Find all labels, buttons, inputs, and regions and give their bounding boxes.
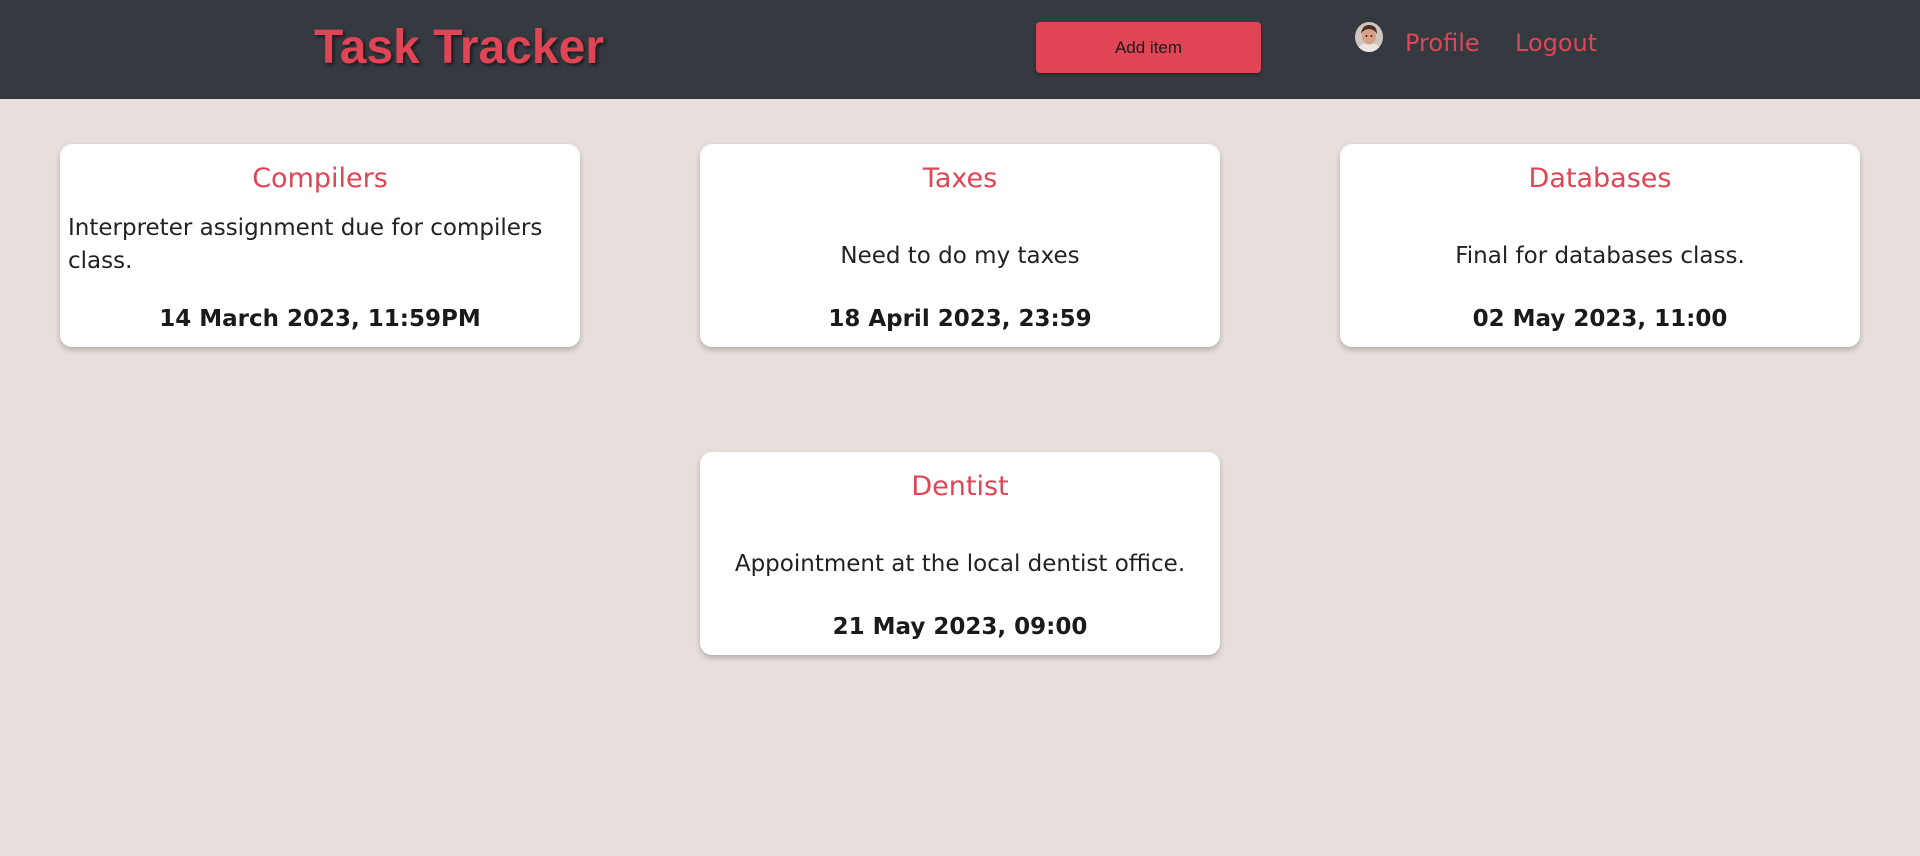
navbar: Task Tracker Add item Profile Logout [0, 0, 1920, 99]
task-description: Interpreter assignment due for compilers… [68, 215, 543, 274]
app-title[interactable]: Task Tracker [314, 20, 604, 76]
task-description: Need to do my taxes [840, 242, 1080, 269]
task-card[interactable]: Compilers Interpreter assignment due for… [60, 144, 580, 347]
task-title: Dentist [911, 471, 1009, 502]
task-title: Databases [1528, 163, 1672, 194]
task-card[interactable]: Taxes Need to do my taxes 18 April 2023,… [700, 144, 1220, 347]
task-description: Appointment at the local dentist office. [734, 550, 1186, 577]
user-avatar-icon[interactable] [1355, 22, 1383, 52]
task-due-date: 21 May 2023, 09:00 [832, 614, 1088, 640]
task-due-date: 02 May 2023, 11:00 [1472, 306, 1728, 332]
task-title: Taxes [922, 163, 998, 194]
task-description: Final for databases class. [1455, 242, 1745, 269]
task-due-date: 14 March 2023, 11:59PM [159, 306, 481, 332]
task-card[interactable]: Dentist Appointment at the local dentist… [700, 452, 1220, 655]
add-item-button[interactable]: Add item [1036, 22, 1261, 73]
profile-link[interactable]: Profile [1405, 27, 1480, 59]
task-card[interactable]: Databases Final for databases class. 02 … [1340, 144, 1860, 347]
task-due-date: 18 April 2023, 23:59 [828, 306, 1092, 332]
logout-link[interactable]: Logout [1515, 27, 1597, 59]
task-title: Compilers [252, 163, 388, 194]
